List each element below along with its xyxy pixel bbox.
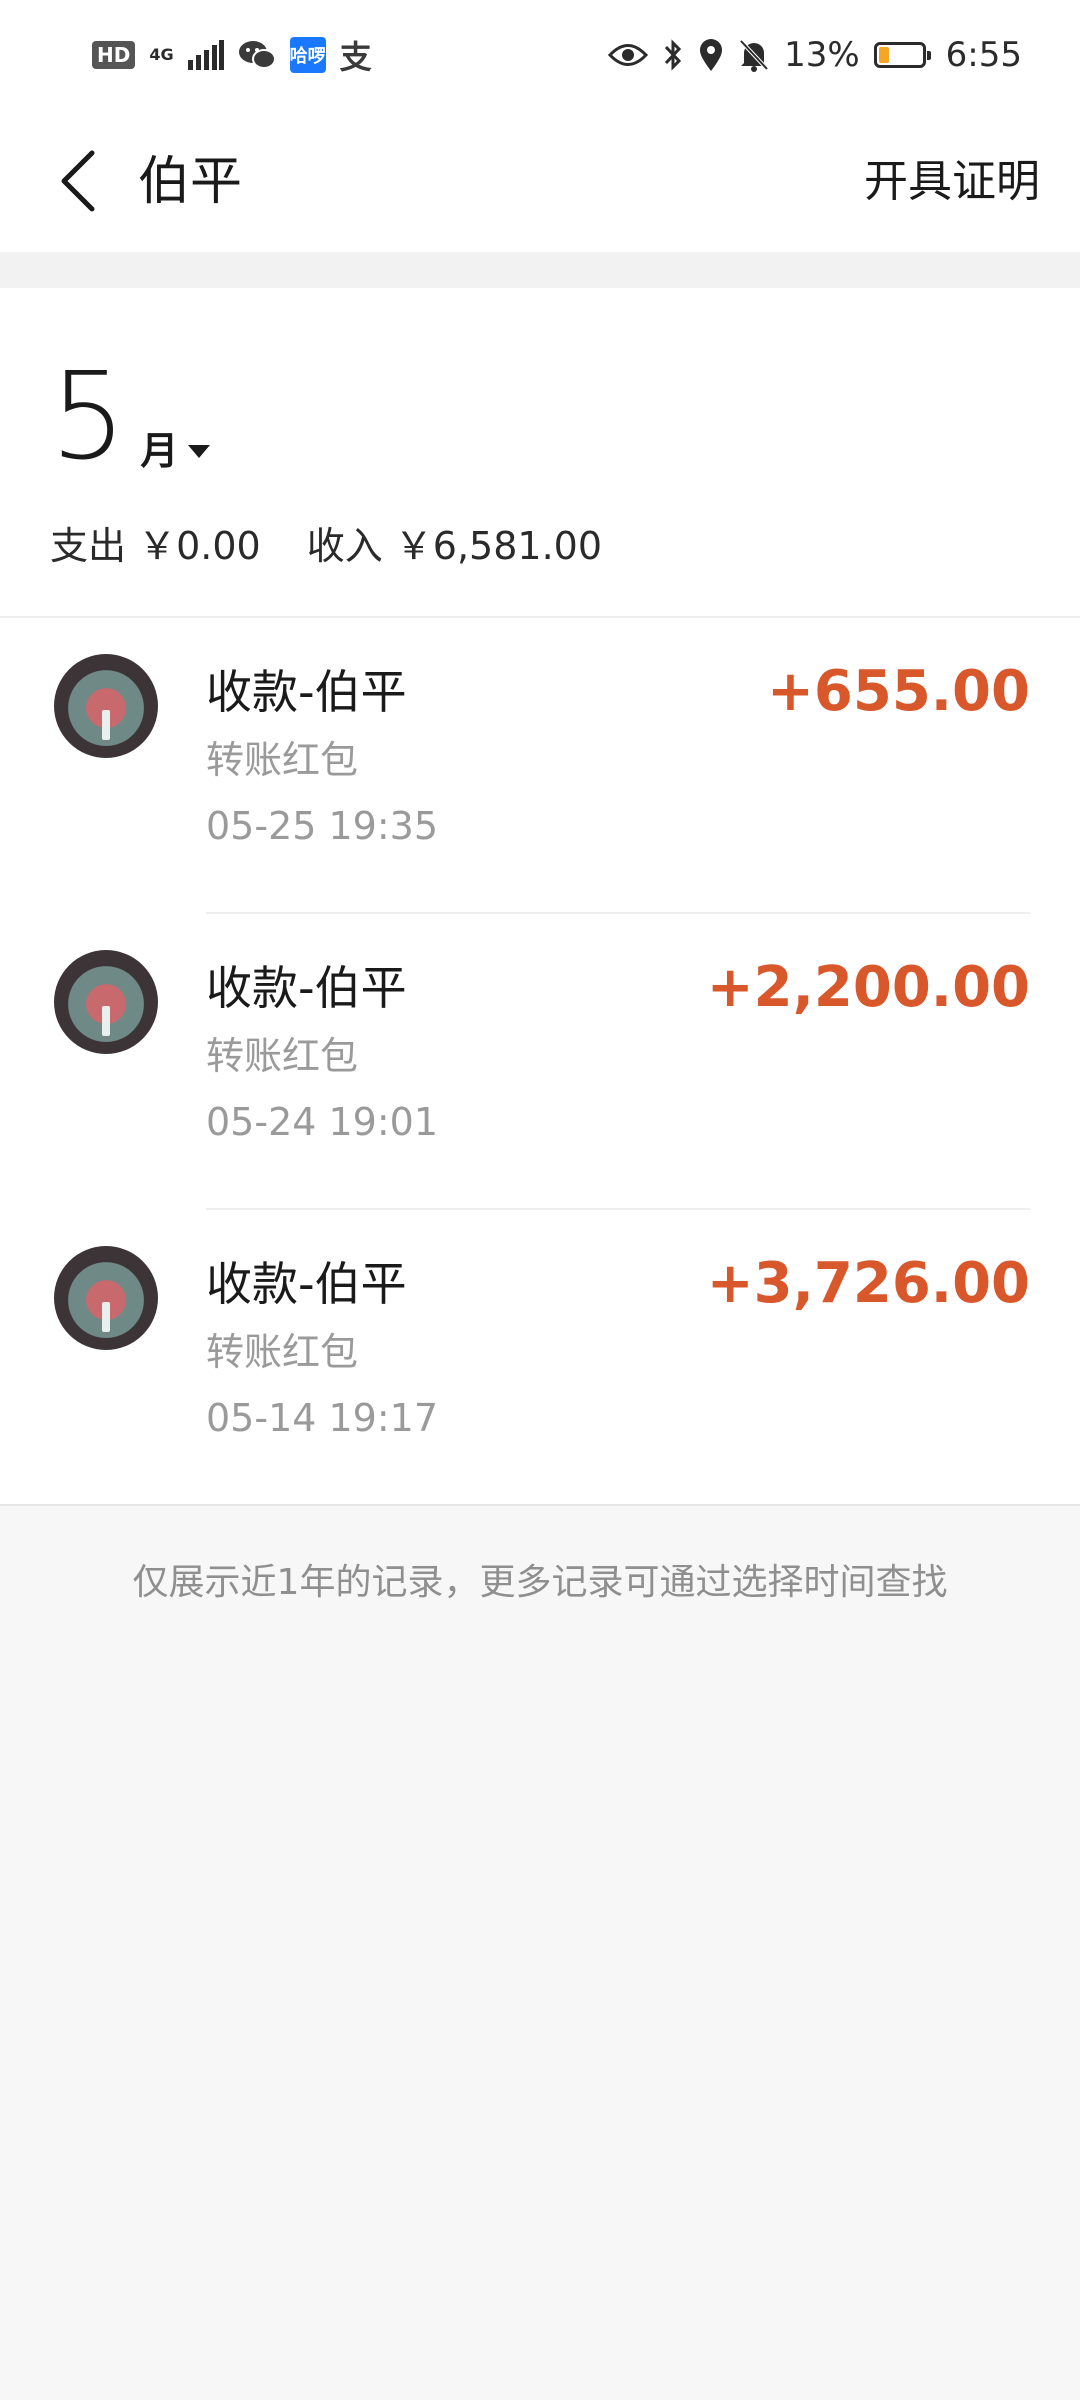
header-bar: 伯平 开具证明: [0, 110, 1080, 252]
list-item[interactable]: 收款-伯平 转账红包 05-24 19:01 +2,200.00: [0, 914, 1080, 1210]
transaction-amount: +655.00: [766, 659, 1030, 724]
battery-percent: 13%: [784, 35, 860, 75]
mute-bell-icon: [739, 39, 769, 72]
month-number: 5: [50, 348, 127, 487]
back-button[interactable]: [48, 148, 108, 214]
page-title: 伯平: [138, 152, 243, 212]
avatar: [54, 654, 158, 758]
month-totals: 支出 ￥0.00 收入 ￥6,581.00: [50, 522, 602, 570]
expense-total: 支出 ￥0.00: [50, 524, 261, 568]
month-summary: 5 月 支出 ￥0.00 收入 ￥6,581.00: [0, 288, 1080, 618]
location-icon: [700, 39, 723, 71]
transaction-time: 05-24 19:01: [206, 1100, 439, 1144]
list-item[interactable]: 收款-伯平 转账红包 05-25 19:35 +655.00: [0, 618, 1080, 914]
transaction-title: 收款-伯平: [206, 1257, 407, 1311]
history-notice: 仅展示近1年的记录，更多记录可通过选择时间查找: [132, 1562, 948, 1603]
alipay-icon: 支: [339, 38, 372, 76]
transaction-list: 收款-伯平 转账红包 05-25 19:35 +655.00 收款-伯平 转账红…: [0, 618, 1080, 1506]
avatar: [54, 1246, 158, 1350]
bluetooth-icon: [664, 39, 682, 71]
list-item[interactable]: 收款-伯平 转账红包 05-14 19:17 +3,726.00: [0, 1210, 1080, 1506]
transaction-title: 收款-伯平: [206, 961, 407, 1015]
transaction-time: 05-14 19:17: [206, 1396, 439, 1440]
income-total: 收入 ￥6,581.00: [306, 524, 603, 568]
transaction-title: 收款-伯平: [206, 665, 407, 719]
transaction-type: 转账红包: [206, 1034, 359, 1078]
issue-certificate-button[interactable]: 开具证明: [864, 154, 1040, 210]
month-unit: 月: [140, 429, 179, 473]
month-selector[interactable]: 5 月: [50, 348, 211, 487]
transaction-amount: +2,200.00: [706, 955, 1030, 1020]
hd-icon: HD: [92, 41, 136, 69]
signal-icon: [187, 40, 224, 70]
status-left: HD 4G 哈啰 支: [92, 32, 372, 78]
status-bar: HD 4G 哈啰 支 13% 6:55: [0, 0, 1080, 110]
caret-down-icon: [188, 445, 211, 458]
hello-app-icon: 哈啰: [289, 37, 326, 73]
transaction-time: 05-25 19:35: [206, 804, 439, 848]
network-type: 4G: [149, 45, 174, 64]
section-gap: [0, 252, 1080, 288]
chevron-left-icon: [61, 150, 95, 212]
clock: 6:55: [945, 35, 1022, 75]
battery-icon: [873, 42, 931, 68]
wechat-icon: [238, 41, 276, 69]
avatar: [54, 950, 158, 1054]
transaction-amount: +3,726.00: [706, 1251, 1030, 1316]
transaction-type: 转账红包: [206, 1330, 359, 1374]
eye-icon: [608, 44, 649, 66]
transaction-type: 转账红包: [206, 738, 359, 782]
status-right: 13% 6:55: [608, 35, 1022, 75]
